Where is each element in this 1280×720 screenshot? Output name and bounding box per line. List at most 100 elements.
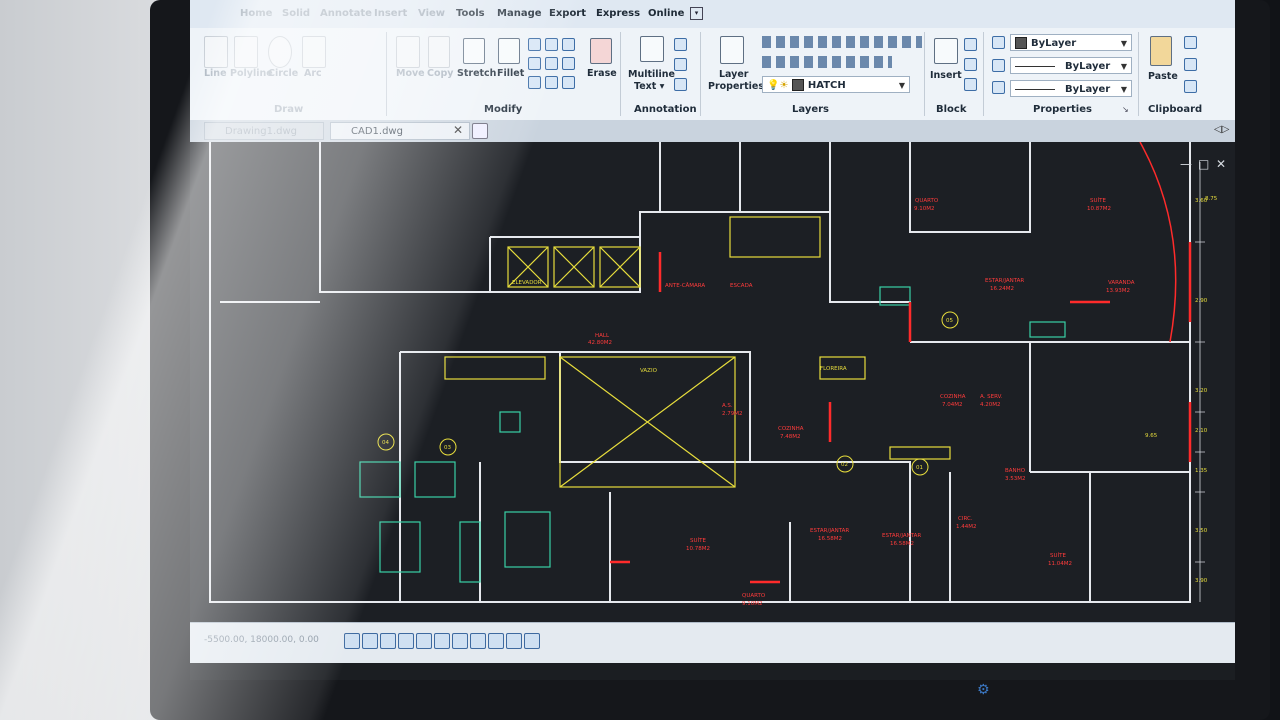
arc-tool-icon[interactable] xyxy=(302,36,326,68)
copy-tool-icon[interactable] xyxy=(428,36,450,68)
line-tool-icon[interactable] xyxy=(204,36,228,68)
chevron-down-icon: ▼ xyxy=(1120,62,1127,71)
minimize-icon[interactable]: — xyxy=(1180,157,1192,171)
stretch-button[interactable]: Stretch xyxy=(457,68,496,79)
edit-block-icon[interactable] xyxy=(964,58,977,71)
tab-export[interactable]: Export xyxy=(549,8,586,19)
tab-home[interactable]: Home xyxy=(240,8,272,19)
panel-separator xyxy=(700,32,701,116)
tab-manage[interactable]: Manage xyxy=(497,8,542,19)
tab-insert[interactable]: Insert xyxy=(374,8,407,19)
fillet-button[interactable]: Fillet xyxy=(497,68,524,79)
block-attribute-icon[interactable] xyxy=(964,78,977,91)
room-label-suite-3: SUÍTE xyxy=(1050,552,1066,559)
lineweight-dropdown[interactable]: ByLayer ▼ xyxy=(1010,80,1132,97)
scale-icon[interactable] xyxy=(545,76,558,89)
polyline-tool-icon[interactable] xyxy=(234,36,258,68)
explode-icon[interactable] xyxy=(562,76,575,89)
leader-icon[interactable] xyxy=(674,58,687,71)
layer-properties-button[interactable]: Layer xyxy=(719,69,749,80)
gear-icon[interactable]: ⚙ xyxy=(977,682,990,698)
layer-properties-icon[interactable] xyxy=(720,36,744,64)
ortho-icon[interactable] xyxy=(380,633,396,649)
move-button[interactable]: Move xyxy=(396,68,425,79)
dimension-icon[interactable] xyxy=(674,38,687,51)
lineweight-toggle-icon[interactable] xyxy=(452,633,468,649)
ribbon: Line Polyline Circle Arc Draw Move Copy … xyxy=(190,28,1235,121)
snap-icon[interactable] xyxy=(344,633,360,649)
ribbon-minimize-icon[interactable]: ▾ xyxy=(690,7,703,20)
tab-annotate[interactable]: Annotate xyxy=(320,8,372,19)
linetype-dropdown[interactable]: ByLayer ▼ xyxy=(1010,57,1132,74)
quick-properties-icon[interactable] xyxy=(488,633,504,649)
circle-tool-icon[interactable] xyxy=(268,36,292,68)
tab-scroll-icon[interactable]: ◁▷ xyxy=(1214,124,1229,135)
rectangle-icon[interactable] xyxy=(528,57,541,70)
layer-tools-row-icon[interactable] xyxy=(762,36,922,48)
current-layer-dropdown[interactable]: 💡☀ HATCH ▼ xyxy=(762,76,910,93)
hatch-icon[interactable] xyxy=(528,76,541,89)
coordinate-readout: -5500.00, 18000.00, 0.00 xyxy=(204,635,319,645)
document-tab-cad1[interactable]: CAD1.dwg xyxy=(330,122,470,140)
lineweight-icon[interactable] xyxy=(992,81,1005,94)
room-label-circ: CIRC. xyxy=(958,516,973,522)
stretch-tool-icon[interactable] xyxy=(463,38,485,64)
match-properties-icon[interactable] xyxy=(992,36,1005,49)
trim-icon[interactable] xyxy=(528,38,541,51)
table-icon[interactable] xyxy=(674,78,687,91)
fillet-tool-icon[interactable] xyxy=(498,38,520,64)
polyline-button[interactable]: Polyline xyxy=(230,68,273,79)
layer-tools-row-icon[interactable] xyxy=(762,56,892,68)
selection-cycling-icon[interactable] xyxy=(506,633,522,649)
multiline-text-button[interactable]: Multiline xyxy=(628,69,675,80)
new-tab-icon[interactable] xyxy=(472,123,488,139)
color-dropdown[interactable]: ByLayer ▼ xyxy=(1010,34,1132,51)
annotation-scale-icon[interactable] xyxy=(524,633,540,649)
insert-button[interactable]: Insert xyxy=(930,70,962,81)
move-tool-icon[interactable] xyxy=(396,36,420,68)
copy-button[interactable]: Copy xyxy=(427,68,454,79)
erase-button[interactable]: Erase xyxy=(587,68,617,79)
room-label-hall: HALL xyxy=(595,333,610,339)
room-area-estar-jantar: 16.24M2 xyxy=(990,286,1014,292)
tab-express[interactable]: Express xyxy=(596,8,640,19)
circle-button[interactable]: Circle xyxy=(268,68,298,79)
arc-button[interactable]: Arc xyxy=(304,68,322,79)
mirror-icon[interactable] xyxy=(562,38,575,51)
room-label-a-serv: A. SERV. xyxy=(980,394,1003,400)
format-painter-icon[interactable] xyxy=(1184,80,1197,93)
linetype-icon[interactable] xyxy=(992,59,1005,72)
tab-tools[interactable]: Tools xyxy=(456,8,485,19)
cad-application-window: Home Solid Annotate Insert View Tools Ma… xyxy=(190,0,1235,680)
paste-button[interactable]: Paste xyxy=(1148,71,1178,82)
room-label-cozinha-2: COZINHA xyxy=(778,426,804,432)
multiline-text-button-line2[interactable]: Text ▾ xyxy=(634,81,664,92)
esnap-icon[interactable] xyxy=(416,633,432,649)
layer-properties-button-line2[interactable]: Properties xyxy=(708,81,764,92)
cut-icon[interactable] xyxy=(1184,36,1197,49)
multiline-text-icon[interactable] xyxy=(640,36,664,62)
offset-icon[interactable] xyxy=(545,57,558,70)
line-button[interactable]: Line xyxy=(204,68,227,79)
polar-icon[interactable] xyxy=(398,633,414,649)
drawing-canvas[interactable]: HALL 42.80M2 VAZIO ELEVADOR ANTE-CÂMARA … xyxy=(190,142,1235,622)
tab-view[interactable]: View xyxy=(418,8,445,19)
insert-block-icon[interactable] xyxy=(934,38,958,64)
extend-icon[interactable] xyxy=(545,38,558,51)
close-icon[interactable]: ✕ xyxy=(1216,157,1226,171)
grid-icon[interactable] xyxy=(362,633,378,649)
strack-icon[interactable] xyxy=(434,633,450,649)
room-labels: HALL 42.80M2 VAZIO ELEVADOR ANTE-CÂMARA … xyxy=(512,197,1135,607)
create-block-icon[interactable] xyxy=(964,38,977,51)
paste-icon[interactable] xyxy=(1150,36,1172,66)
copy-clip-icon[interactable] xyxy=(1184,58,1197,71)
tab-solid[interactable]: Solid xyxy=(282,8,310,19)
panel-launcher-icon[interactable]: ↘ xyxy=(1122,105,1129,114)
erase-tool-icon[interactable] xyxy=(590,38,612,64)
restore-icon[interactable]: □ xyxy=(1198,157,1209,171)
tips-icon[interactable] xyxy=(470,633,486,649)
rotate-icon[interactable] xyxy=(562,57,575,70)
close-tab-icon[interactable]: ✕ xyxy=(453,123,463,137)
document-tab-drawing1[interactable]: Drawing1.dwg xyxy=(204,122,324,140)
tab-online[interactable]: Online xyxy=(648,8,684,19)
